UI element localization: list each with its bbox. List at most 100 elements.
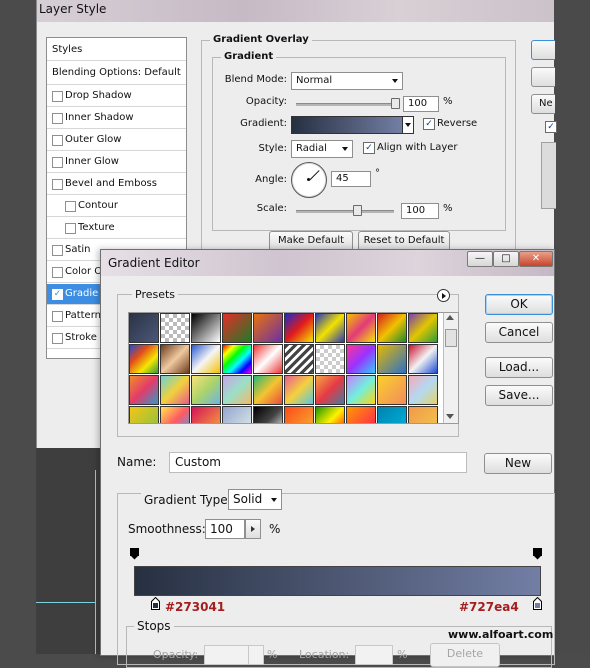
style-checkbox[interactable] bbox=[52, 333, 63, 344]
make-default-button[interactable]: Make Default bbox=[269, 231, 353, 251]
preset-swatch[interactable] bbox=[284, 344, 314, 374]
opacity-stop-right[interactable] bbox=[533, 548, 542, 560]
preset-swatch[interactable] bbox=[346, 375, 376, 405]
style-checkbox[interactable] bbox=[52, 135, 63, 146]
preset-swatch[interactable] bbox=[129, 313, 159, 343]
preset-swatch[interactable] bbox=[377, 406, 407, 423]
style-checkbox[interactable] bbox=[52, 157, 63, 168]
preset-swatch[interactable] bbox=[160, 375, 190, 405]
scale-field[interactable]: 100 bbox=[401, 203, 439, 219]
preset-swatch[interactable] bbox=[315, 375, 345, 405]
presets-scrollbar[interactable] bbox=[443, 313, 458, 423]
preset-swatch[interactable] bbox=[222, 313, 252, 343]
stops-opacity-stepper[interactable] bbox=[248, 645, 264, 665]
opacity-stop-left[interactable] bbox=[130, 548, 139, 560]
preset-swatch[interactable] bbox=[377, 344, 407, 374]
preset-swatch[interactable] bbox=[253, 313, 283, 343]
style-checkbox[interactable] bbox=[52, 91, 63, 102]
angle-field[interactable]: 45 bbox=[331, 171, 371, 187]
preset-swatch[interactable] bbox=[284, 313, 314, 343]
smoothness-field[interactable]: 100 bbox=[205, 519, 245, 539]
blending-options-item[interactable]: Blending Options: Default bbox=[47, 63, 186, 85]
preset-swatch[interactable] bbox=[253, 375, 283, 405]
preset-swatch[interactable] bbox=[315, 406, 345, 423]
preset-swatch[interactable] bbox=[222, 375, 252, 405]
align-with-layer-checkbox[interactable]: ✓ bbox=[363, 142, 375, 154]
scale-slider[interactable] bbox=[296, 210, 394, 213]
style-select[interactable]: Radial bbox=[291, 140, 353, 158]
preset-swatch[interactable] bbox=[160, 406, 190, 423]
layer-style-titlebar[interactable]: Layer Style bbox=[37, 0, 554, 22]
preview-checkbox[interactable]: ✓ bbox=[545, 121, 557, 133]
style-item[interactable]: Inner Shadow bbox=[47, 108, 186, 129]
style-checkbox[interactable] bbox=[52, 113, 63, 124]
style-checkbox[interactable] bbox=[65, 223, 76, 234]
color-stop-right[interactable] bbox=[533, 597, 542, 610]
preset-swatch[interactable] bbox=[346, 406, 376, 423]
preset-swatch[interactable] bbox=[129, 406, 159, 423]
ok-button[interactable] bbox=[531, 40, 555, 60]
preset-swatch[interactable] bbox=[222, 406, 252, 423]
scrollbar-thumb[interactable] bbox=[445, 329, 457, 347]
save-button[interactable]: Save... bbox=[485, 385, 553, 406]
styles-header[interactable]: Styles bbox=[47, 38, 186, 61]
preset-swatch[interactable] bbox=[191, 313, 221, 343]
preset-swatch[interactable] bbox=[377, 375, 407, 405]
preset-swatch[interactable] bbox=[129, 375, 159, 405]
load-button[interactable]: Load... bbox=[485, 357, 553, 378]
stops-location-field[interactable] bbox=[355, 645, 393, 665]
style-item[interactable]: Inner Glow bbox=[47, 152, 186, 173]
gradient-dropdown[interactable] bbox=[402, 116, 414, 134]
preset-swatch[interactable] bbox=[160, 344, 190, 374]
preset-swatch[interactable] bbox=[377, 313, 407, 343]
minimize-icon[interactable]: — bbox=[467, 251, 493, 267]
preset-swatch[interactable] bbox=[284, 375, 314, 405]
opacity-slider-thumb[interactable] bbox=[391, 98, 400, 109]
gradient-preview[interactable] bbox=[291, 116, 403, 134]
style-item[interactable]: Outer Glow bbox=[47, 130, 186, 151]
preset-swatch[interactable] bbox=[284, 406, 314, 423]
preset-swatch[interactable] bbox=[315, 344, 345, 374]
maximize-icon[interactable]: □ bbox=[493, 251, 519, 267]
style-checkbox[interactable] bbox=[52, 311, 63, 322]
preset-swatch[interactable] bbox=[191, 406, 221, 423]
new-style-button[interactable]: Ne bbox=[531, 94, 555, 114]
ok-button[interactable]: OK bbox=[485, 294, 553, 315]
preset-swatch[interactable] bbox=[315, 313, 345, 343]
cancel-button[interactable]: Cancel bbox=[485, 322, 553, 343]
preset-swatch[interactable] bbox=[222, 344, 252, 374]
preset-swatch[interactable] bbox=[408, 313, 438, 343]
style-item[interactable]: Bevel and Emboss bbox=[47, 174, 186, 195]
close-icon[interactable]: ✕ bbox=[519, 251, 553, 267]
style-item[interactable]: Drop Shadow bbox=[47, 86, 186, 107]
smoothness-stepper[interactable] bbox=[245, 519, 261, 539]
stops-opacity-field[interactable] bbox=[204, 645, 250, 665]
preset-swatch[interactable] bbox=[346, 313, 376, 343]
preset-swatch[interactable] bbox=[129, 344, 159, 374]
opacity-field[interactable]: 100 bbox=[403, 96, 439, 112]
name-field[interactable]: Custom bbox=[169, 452, 467, 473]
style-item[interactable]: Texture bbox=[47, 218, 186, 239]
style-checkbox[interactable] bbox=[52, 179, 63, 190]
blend-mode-select[interactable]: Normal bbox=[291, 72, 403, 90]
gradient-type-select[interactable]: Solid bbox=[228, 489, 282, 510]
preset-swatch[interactable] bbox=[408, 344, 438, 374]
reverse-checkbox[interactable]: ✓ bbox=[423, 118, 435, 130]
reset-to-default-button[interactable]: Reset to Default bbox=[358, 231, 450, 251]
scale-slider-thumb[interactable] bbox=[353, 205, 362, 216]
style-checkbox[interactable] bbox=[65, 201, 76, 212]
angle-dial[interactable] bbox=[291, 162, 327, 198]
style-checkbox[interactable] bbox=[52, 267, 63, 278]
presets-menu-icon[interactable] bbox=[437, 289, 450, 302]
color-stop-left[interactable] bbox=[151, 597, 160, 610]
preset-swatch[interactable] bbox=[346, 344, 376, 374]
preset-swatch[interactable] bbox=[191, 344, 221, 374]
style-checkbox[interactable]: ✓ bbox=[52, 289, 63, 300]
scroll-up-icon[interactable] bbox=[446, 315, 454, 320]
gradient-editor-titlebar[interactable]: Gradient Editor — □ ✕ bbox=[101, 250, 554, 276]
new-button[interactable]: New bbox=[484, 453, 552, 474]
scroll-down-icon[interactable] bbox=[446, 414, 454, 419]
style-item[interactable]: Contour bbox=[47, 196, 186, 217]
preset-swatch[interactable] bbox=[191, 375, 221, 405]
preset-swatch[interactable] bbox=[160, 313, 190, 343]
